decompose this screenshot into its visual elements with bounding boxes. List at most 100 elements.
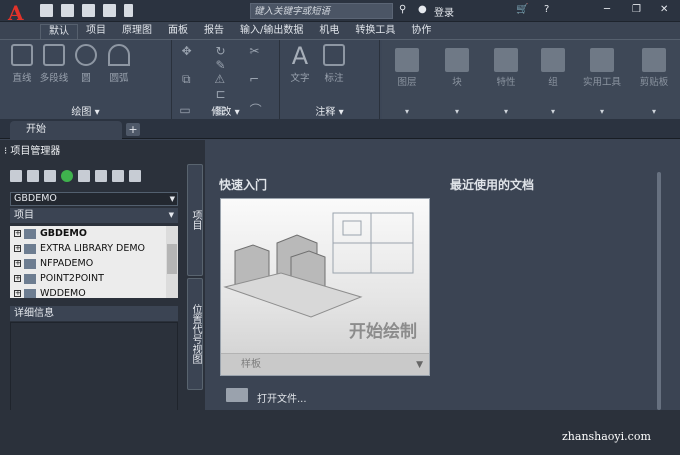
list-item[interactable]: + NFPADEMO: [10, 256, 178, 271]
save-icon[interactable]: [82, 4, 95, 17]
project-manager-palette: ⁝ 项目管理器 GBDEMO ▼ 项目 ▼ + GBDEMO + EXTRA LIBRAR…: [0, 140, 205, 455]
tree-scrollbar[interactable]: [166, 226, 178, 298]
panel-modify: ✥ ↻ ✂ ✎⧉ ⚠ ⌐ ⊏▭ ▦ ⌒ ▢ 修改 ▾: [172, 40, 280, 132]
panel-clipboard[interactable]: 剪贴板 ▾: [628, 40, 680, 120]
help-icon[interactable]: ?: [544, 4, 549, 18]
panel-draw-title[interactable]: 绘图 ▾: [0, 103, 171, 118]
tool-circle[interactable]: 圆: [74, 44, 98, 84]
line-icon: [11, 44, 33, 66]
list-item[interactable]: + GBDEMO: [10, 226, 178, 241]
chevron-down-icon: ▼: [168, 211, 174, 219]
folder-icon[interactable]: [226, 388, 248, 402]
panel-annotate: A 文字 标注 注释 ▾: [280, 40, 380, 120]
tab-7[interactable]: 转换工具: [347, 24, 403, 39]
side-tab-location-view[interactable]: 位置代号视图: [187, 278, 203, 390]
projects-header[interactable]: 项目 ▼: [10, 208, 178, 223]
user-icon[interactable]: ●: [418, 4, 427, 18]
list-item[interactable]: + WDDEMO: [10, 286, 178, 298]
saveas-icon[interactable]: [124, 4, 133, 17]
list-item[interactable]: + POINT2POINT: [10, 271, 178, 286]
dimension-icon: [323, 44, 345, 66]
arc-icon: [108, 44, 130, 66]
refresh-icon[interactable]: [61, 170, 73, 182]
template-dropdown[interactable]: 样板 ▼: [221, 353, 429, 375]
plot-icon[interactable]: [103, 4, 116, 17]
expand-icon[interactable]: +: [14, 260, 21, 267]
tool-line[interactable]: 直线: [8, 44, 36, 84]
open-icon[interactable]: [61, 4, 74, 17]
tab-8[interactable]: 协作: [403, 24, 439, 39]
start-drawing-card[interactable]: 开始绘制 样板 ▼: [220, 198, 430, 376]
new-tab-button[interactable]: +: [126, 123, 140, 136]
expand-icon[interactable]: +: [14, 245, 21, 252]
start-scrollbar[interactable]: [657, 172, 661, 410]
project-properties-icon[interactable]: [78, 170, 90, 182]
recent-docs-heading: 最近使用的文档: [450, 178, 535, 192]
tab-4[interactable]: 报告: [196, 24, 232, 39]
clipboard-icon: [642, 48, 666, 72]
scroll-thumb[interactable]: [167, 244, 177, 274]
search-input[interactable]: 键入关键字或短语: [250, 3, 393, 19]
project-label: EXTRA LIBRARY DEMO: [40, 243, 146, 254]
tool-polyline[interactable]: 多段线: [36, 44, 72, 84]
tab-1[interactable]: 项目: [78, 24, 114, 39]
publish-icon[interactable]: [112, 170, 124, 182]
utilities-icon: [590, 48, 614, 72]
details-header[interactable]: 详细信息: [10, 306, 178, 321]
ribbon: 直线 多段线 圆 圆弧 绘图 ▾ ✥ ↻ ✂ ✎⧉ ⚠ ⌐ ⊏▭ ▦ ⌒ ▢ 修…: [0, 39, 680, 132]
tool-arc[interactable]: 圆弧: [104, 44, 134, 84]
project-select[interactable]: GBDEMO ▼: [10, 192, 178, 206]
quick-access-toolbar: [40, 4, 133, 18]
ribbon-tabs: 默认 项目 原理图 面板 报告 输入/输出数据 机电 转换工具 协作: [40, 24, 439, 39]
list-item[interactable]: + EXTRA LIBRARY DEMO: [10, 241, 178, 256]
tab-3[interactable]: 面板: [160, 24, 196, 39]
app-logo[interactable]: A: [8, 2, 30, 24]
start-drawing-label: 开始绘制: [349, 322, 417, 342]
open-project-icon[interactable]: [27, 170, 39, 182]
project-icon: [24, 228, 36, 239]
project-label: GBDEMO: [40, 228, 87, 239]
new-drawing-icon[interactable]: [44, 170, 56, 182]
panel-block[interactable]: 块 ▾: [432, 40, 482, 120]
side-tab-project[interactable]: 项目: [187, 164, 203, 276]
new-icon[interactable]: [40, 4, 53, 17]
project-toolbar: [10, 170, 141, 186]
tab-0[interactable]: 默认: [40, 24, 78, 39]
cart-icon[interactable]: 🛒: [516, 4, 528, 18]
panel-properties[interactable]: 特性 ▾: [482, 40, 530, 120]
text-icon: A: [291, 42, 309, 70]
modify-tools[interactable]: ✥ ↻ ✂ ✎⧉ ⚠ ⌐ ⊏▭ ▦ ⌒ ▢: [178, 44, 273, 132]
login-label[interactable]: 登录: [434, 4, 454, 19]
tab-5[interactable]: 输入/输出数据: [232, 24, 311, 39]
restore-icon[interactable]: ❐: [632, 4, 641, 18]
project-icon: [24, 288, 36, 298]
tab-start[interactable]: 开始: [10, 121, 122, 139]
panel-layers[interactable]: 图层 ▾: [382, 40, 432, 120]
chevron-down-icon: ▼: [169, 195, 175, 203]
watermark: zhanshaoyi.com: [562, 430, 651, 443]
block-icon: [445, 48, 469, 72]
properties-icon: [494, 48, 518, 72]
document-tabs: 开始 +: [0, 119, 680, 139]
plot-project-icon[interactable]: [129, 170, 141, 182]
tool-dimension[interactable]: 标注: [320, 44, 348, 84]
project-icon: [24, 243, 36, 254]
tab-6[interactable]: 机电: [311, 24, 347, 39]
panel-annotate-title[interactable]: 注释 ▾: [280, 103, 379, 118]
new-project-icon[interactable]: [10, 170, 22, 182]
tool-text[interactable]: A 文字: [286, 42, 314, 84]
expand-icon[interactable]: +: [14, 290, 21, 297]
open-files-link[interactable]: 打开文件...: [257, 390, 307, 405]
tab-2[interactable]: 原理图: [114, 24, 160, 39]
expand-icon[interactable]: +: [14, 275, 21, 282]
search-icon[interactable]: ⚲: [399, 4, 406, 18]
polyline-icon: [43, 44, 65, 66]
close-icon[interactable]: ✕: [660, 4, 668, 18]
panel-groups[interactable]: 组 ▾: [530, 40, 576, 120]
project-tree: + GBDEMO + EXTRA LIBRARY DEMO + NFPADEMO + POIN…: [10, 226, 178, 298]
panel-utilities[interactable]: 实用工具 ▾: [576, 40, 628, 120]
minimize-icon[interactable]: ─: [604, 4, 610, 18]
expand-icon[interactable]: +: [14, 230, 21, 237]
task-list-icon[interactable]: [95, 170, 107, 182]
panel-modify-title[interactable]: 修改 ▾: [172, 103, 279, 118]
